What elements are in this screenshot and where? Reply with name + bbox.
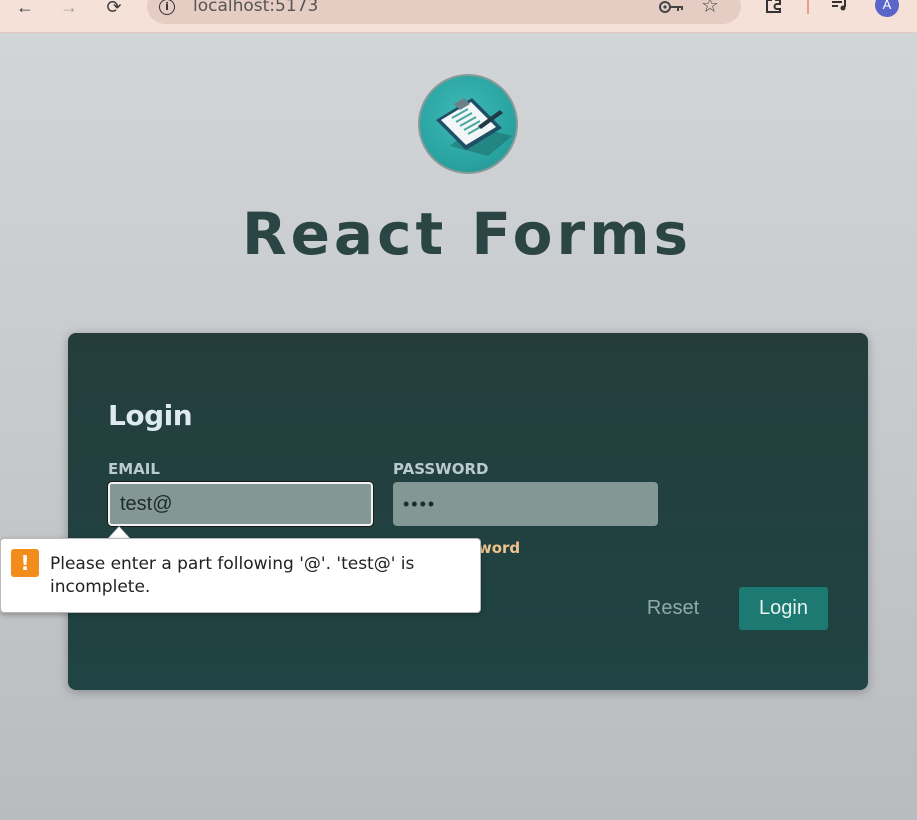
email-field[interactable] (108, 482, 373, 526)
profile-avatar[interactable]: A (875, 0, 899, 17)
address-bar[interactable]: i localhost:5173 ☆ (147, 0, 741, 24)
validation-message: Please enter a part following '@'. 'test… (50, 554, 415, 597)
key-icon[interactable] (659, 0, 685, 14)
star-icon[interactable]: ☆ (701, 0, 719, 18)
browser-toolbar: ← → ⟳ i localhost:5173 ☆ A (0, 0, 917, 33)
queue-music-icon[interactable] (830, 0, 850, 14)
email-label: EMAIL (108, 460, 160, 478)
validation-tooltip: ! Please enter a part following '@'. 'te… (0, 538, 481, 613)
toolbar-divider (807, 0, 809, 14)
login-card: Login EMAIL PASSWORD valid password Rese… (68, 333, 868, 690)
puzzle-icon[interactable] (763, 0, 785, 14)
app-title: React Forms (241, 200, 693, 268)
reset-button[interactable]: Reset (633, 587, 713, 629)
login-title: Login (108, 399, 193, 432)
url-text[interactable]: localhost:5173 (193, 0, 318, 16)
reload-icon[interactable]: ⟳ (101, 0, 127, 20)
login-button[interactable]: Login (739, 587, 828, 630)
back-arrow-icon[interactable]: ← (12, 0, 38, 20)
forward-arrow-icon[interactable]: → (56, 0, 82, 20)
warning-icon: ! (11, 549, 39, 577)
password-label: PASSWORD (393, 460, 489, 478)
info-icon[interactable]: i (159, 0, 175, 15)
clipboard-icon (418, 74, 518, 174)
password-field[interactable] (393, 482, 658, 526)
